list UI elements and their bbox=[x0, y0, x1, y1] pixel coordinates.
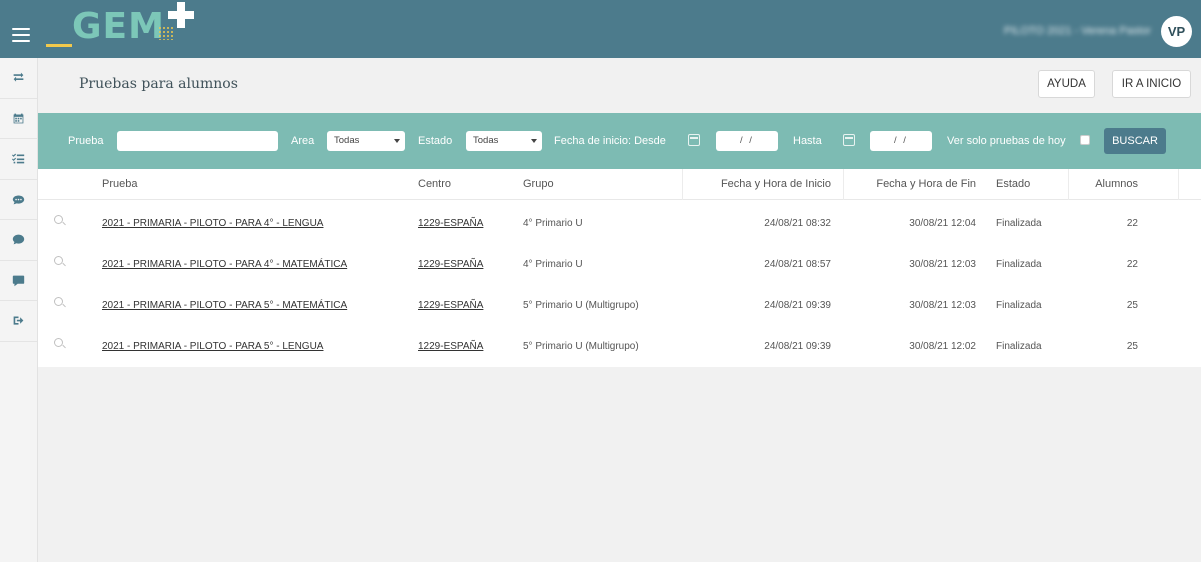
search-icon[interactable] bbox=[54, 256, 66, 268]
column-divider bbox=[682, 169, 683, 200]
area-label: Area bbox=[291, 135, 315, 147]
fecha-desde-label: Fecha de inicio: Desde bbox=[554, 135, 666, 147]
help-button[interactable]: AYUDA bbox=[1038, 70, 1095, 98]
centro-link[interactable]: 1229-ESPAÑA bbox=[418, 300, 483, 311]
checklist-icon bbox=[12, 153, 25, 164]
prueba-link[interactable]: 2021 - PRIMARIA - PILOTO - PARA 4° - MAT… bbox=[102, 259, 347, 270]
centro-link[interactable]: 1229-ESPAÑA bbox=[418, 341, 483, 352]
inicio-cell: 24/08/21 08:57 bbox=[764, 259, 831, 270]
inicio-cell: 24/08/21 09:39 bbox=[764, 300, 831, 311]
hasta-input[interactable]: / / bbox=[870, 131, 932, 151]
chevron-down-icon bbox=[531, 139, 537, 143]
estado-cell: Finalizada bbox=[996, 341, 1042, 352]
message-icon bbox=[12, 275, 25, 286]
inicio-cell: 24/08/21 08:32 bbox=[764, 218, 831, 229]
area-select[interactable]: Todas bbox=[327, 131, 405, 151]
table-row: 2021 - PRIMARIA - PILOTO - PARA 4° - LEN… bbox=[38, 202, 1201, 243]
go-home-button[interactable]: IR A INICIO bbox=[1112, 70, 1191, 98]
sidebar bbox=[0, 58, 38, 562]
search-icon[interactable] bbox=[54, 215, 66, 227]
column-divider bbox=[843, 169, 844, 200]
centro-link[interactable]: 1229-ESPAÑA bbox=[418, 218, 483, 229]
calendar-icon[interactable] bbox=[843, 134, 855, 146]
prueba-label: Prueba bbox=[68, 135, 104, 147]
logo-underline bbox=[46, 44, 72, 47]
search-icon[interactable] bbox=[54, 297, 66, 309]
logo-plus-icon bbox=[168, 2, 194, 28]
calendar-icon[interactable] bbox=[688, 134, 700, 146]
calendar-icon bbox=[13, 113, 24, 124]
table-header: Prueba Centro Grupo Fecha y Hora de Inic… bbox=[38, 169, 1201, 200]
prueba-link[interactable]: 2021 - PRIMARIA - PILOTO - PARA 5° - MAT… bbox=[102, 300, 347, 311]
area-select-value: Todas bbox=[334, 135, 360, 146]
prueba-input[interactable] bbox=[117, 131, 278, 151]
inicio-cell: 24/08/21 09:39 bbox=[764, 341, 831, 352]
estado-select[interactable]: Todas bbox=[466, 131, 542, 151]
search-icon[interactable] bbox=[54, 338, 66, 350]
fin-cell: 30/08/21 12:02 bbox=[909, 341, 976, 352]
fin-cell: 30/08/21 12:04 bbox=[909, 218, 976, 229]
grupo-cell: 4° Primario U bbox=[523, 218, 583, 229]
hasta-label: Hasta bbox=[793, 135, 822, 147]
comment-icon bbox=[12, 234, 25, 245]
filter-bar: Prueba Area Todas Estado Todas Fecha de … bbox=[38, 113, 1201, 169]
column-header-fin[interactable]: Fecha y Hora de Fin bbox=[848, 169, 976, 200]
sidebar-item-messages[interactable] bbox=[0, 261, 37, 301]
estado-cell: Finalizada bbox=[996, 218, 1042, 229]
comments-icon bbox=[12, 195, 25, 205]
estado-cell: Finalizada bbox=[996, 259, 1042, 270]
sidebar-item-exchange[interactable] bbox=[0, 58, 37, 99]
column-divider bbox=[1178, 169, 1179, 200]
column-header-alumnos[interactable]: Alumnos bbox=[1078, 169, 1138, 200]
centro-link[interactable]: 1229-ESPAÑA bbox=[418, 259, 483, 270]
logo-dots-decoration bbox=[158, 26, 174, 40]
fecha-desde-input[interactable]: / / bbox=[716, 131, 778, 151]
column-header-centro[interactable]: Centro bbox=[418, 169, 451, 200]
solo-hoy-checkbox[interactable] bbox=[1080, 135, 1090, 145]
estado-cell: Finalizada bbox=[996, 300, 1042, 311]
chevron-down-icon bbox=[394, 139, 400, 143]
user-name[interactable]: PILOTO 2021 - Verena Pastor bbox=[1004, 25, 1151, 37]
app-logo[interactable]: GEM bbox=[72, 6, 165, 47]
prueba-link[interactable]: 2021 - PRIMARIA - PILOTO - PARA 5° - LEN… bbox=[102, 341, 323, 352]
sidebar-item-sign-out[interactable] bbox=[0, 301, 37, 342]
table-row: 2021 - PRIMARIA - PILOTO - PARA 4° - MAT… bbox=[38, 243, 1201, 284]
grupo-cell: 5° Primario U (Multigrupo) bbox=[523, 300, 639, 311]
results-table: Prueba Centro Grupo Fecha y Hora de Inic… bbox=[38, 169, 1201, 367]
exchange-icon bbox=[13, 72, 24, 82]
sidebar-item-comments[interactable] bbox=[0, 180, 37, 220]
page-title: Pruebas para alumnos bbox=[79, 76, 238, 92]
hamburger-menu-icon[interactable] bbox=[12, 28, 30, 42]
table-row: 2021 - PRIMARIA - PILOTO - PARA 5° - MAT… bbox=[38, 284, 1201, 325]
alumnos-cell: 25 bbox=[1126, 300, 1138, 311]
top-bar: GEM PILOTO 2021 - Verena Pastor VP bbox=[0, 0, 1201, 58]
sidebar-item-checklist[interactable] bbox=[0, 139, 37, 180]
column-header-grupo[interactable]: Grupo bbox=[523, 169, 554, 200]
alumnos-cell: 22 bbox=[1126, 259, 1138, 270]
solo-hoy-label: Ver solo pruebas de hoy bbox=[947, 135, 1066, 147]
prueba-link[interactable]: 2021 - PRIMARIA - PILOTO - PARA 4° - LEN… bbox=[102, 218, 323, 229]
grupo-cell: 5° Primario U (Multigrupo) bbox=[523, 341, 639, 352]
fin-cell: 30/08/21 12:03 bbox=[909, 300, 976, 311]
column-divider bbox=[1068, 169, 1069, 200]
sign-out-icon bbox=[13, 316, 24, 325]
estado-label: Estado bbox=[418, 135, 453, 147]
sidebar-item-comment[interactable] bbox=[0, 220, 37, 261]
grupo-cell: 4° Primario U bbox=[523, 259, 583, 270]
sidebar-item-calendar[interactable] bbox=[0, 99, 37, 139]
avatar[interactable]: VP bbox=[1161, 16, 1192, 47]
search-button[interactable]: BUSCAR bbox=[1104, 128, 1166, 154]
column-header-inicio[interactable]: Fecha y Hora de Inicio bbox=[688, 169, 831, 200]
alumnos-cell: 22 bbox=[1126, 218, 1138, 229]
column-header-prueba[interactable]: Prueba bbox=[102, 169, 137, 200]
table-row: 2021 - PRIMARIA - PILOTO - PARA 5° - LEN… bbox=[38, 325, 1201, 366]
alumnos-cell: 25 bbox=[1126, 341, 1138, 352]
fin-cell: 30/08/21 12:03 bbox=[909, 259, 976, 270]
column-header-estado[interactable]: Estado bbox=[996, 169, 1030, 200]
estado-select-value: Todas bbox=[473, 135, 499, 146]
